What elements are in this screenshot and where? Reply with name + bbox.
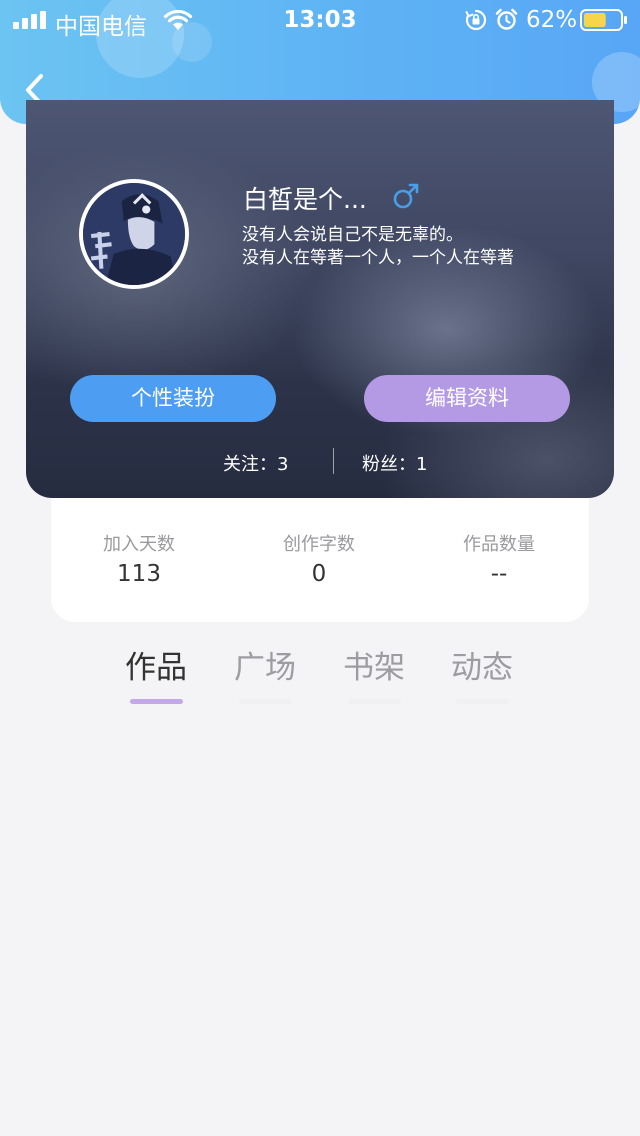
tab-bookshelf[interactable]: 书架 <box>324 645 424 707</box>
personal-dress-up-button[interactable]: 个性装扮 <box>70 375 276 422</box>
bio-line: 没有人会说自己不是无辜的。 <box>242 225 463 245</box>
edit-profile-button[interactable]: 编辑资料 <box>364 375 570 422</box>
following-count[interactable]: 关注：3 <box>223 450 288 476</box>
tab-label: 广场 <box>234 650 296 686</box>
username: 白皙是个... <box>243 185 367 214</box>
stats-card: 加入天数 113 创作字数 0 作品数量 -- <box>51 498 589 622</box>
tab-works[interactable]: 作品 <box>106 645 206 707</box>
tab-indicator <box>130 699 183 704</box>
tab-label: 书架 <box>343 650 405 686</box>
stat-label: 加入天数 <box>103 534 175 555</box>
stat-value: -- <box>490 561 508 587</box>
tab-plaza[interactable]: 广场 <box>215 645 315 707</box>
tab-label: 作品 <box>125 650 187 686</box>
stat-value: 113 <box>117 561 161 587</box>
stat-join-days: 加入天数 113 <box>69 534 209 588</box>
battery-icon <box>580 9 627 31</box>
tab-indicator <box>348 699 401 704</box>
profile-card: 白皙是个... 没有人会说自己不是无辜的。 没有人在等著一个人，一个人在等著 个… <box>26 100 614 498</box>
battery-percentage: 62% <box>526 7 578 33</box>
profile-card-content: 白皙是个... 没有人会说自己不是无辜的。 没有人在等著一个人，一个人在等著 个… <box>26 100 614 475</box>
male-gender-icon <box>393 183 419 209</box>
stat-value: 0 <box>311 561 327 587</box>
status-bar: 中国电信 13:03 62% <box>0 0 640 40</box>
avatar[interactable] <box>79 179 189 289</box>
content-tabs: 作品 广场 书架 动态 <box>0 645 640 715</box>
follow-divider <box>333 448 334 474</box>
bio-line: 没有人在等著一个人，一个人在等著 <box>242 248 514 268</box>
tab-label: 动态 <box>451 650 513 686</box>
avatar-image <box>83 183 185 285</box>
stat-label: 创作字数 <box>283 534 355 555</box>
fans-count[interactable]: 粉丝：1 <box>362 450 427 476</box>
stat-word-count: 创作字数 0 <box>249 534 389 588</box>
stat-works-count: 作品数量 -- <box>429 534 569 588</box>
tab-indicator <box>239 699 292 704</box>
follow-stats: 关注：3 粉丝：1 <box>26 448 614 476</box>
alarm-icon <box>495 8 518 30</box>
orientation-lock-icon <box>465 9 487 31</box>
stat-label: 作品数量 <box>463 534 535 555</box>
tab-indicator <box>456 699 509 704</box>
tab-moments[interactable]: 动态 <box>432 645 532 707</box>
bio: 没有人会说自己不是无辜的。 没有人在等著一个人，一个人在等著 <box>242 224 514 270</box>
